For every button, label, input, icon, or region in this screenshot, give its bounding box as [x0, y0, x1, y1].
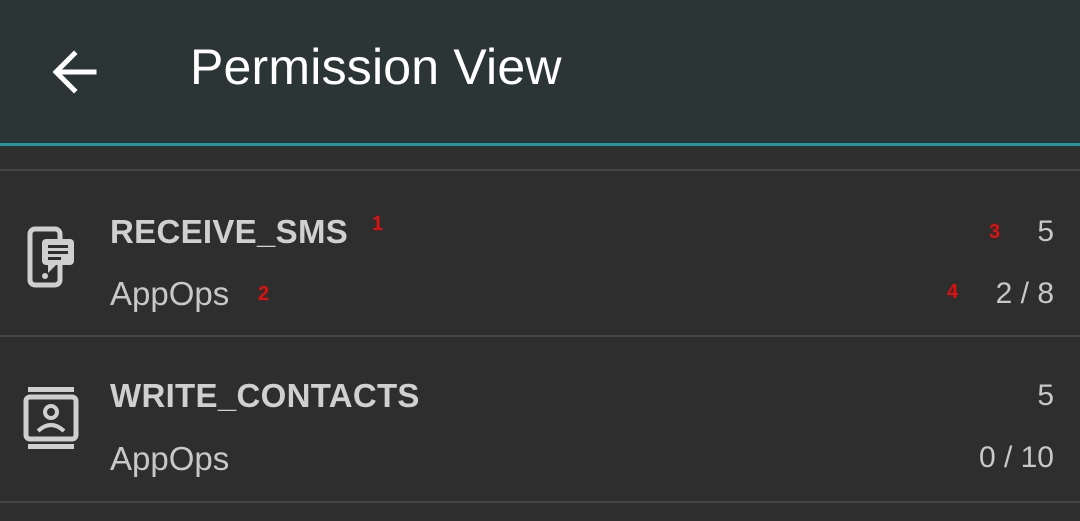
annotation-marker-2: 2	[258, 283, 270, 305]
granted-ratio: 2 / 8	[995, 277, 1054, 310]
permission-list: RECEIVE_SMS 1 AppOps 2 3 5 4 2 / 8 WRITE…	[0, 146, 1080, 503]
permission-type: AppOps	[110, 275, 230, 312]
permission-name: WRITE_CONTACTS	[110, 377, 420, 414]
page-title: Permission View	[190, 39, 562, 95]
annotation-marker-4: 4	[947, 281, 959, 303]
back-button[interactable]	[44, 44, 104, 100]
arrow-back-icon	[52, 50, 97, 94]
app-count: 5	[1037, 379, 1054, 412]
annotation-marker-1: 1	[372, 213, 384, 235]
permission-name: RECEIVE_SMS	[110, 213, 349, 250]
sms-phone-icon	[27, 226, 74, 288]
permission-row-write-contacts[interactable]: WRITE_CONTACTS AppOps 5 0 / 10	[0, 337, 1080, 501]
permission-type: AppOps	[110, 440, 230, 477]
list-divider	[0, 501, 1080, 503]
granted-ratio: 0 / 10	[978, 441, 1054, 474]
app-toolbar: Permission View	[0, 0, 1080, 146]
app-count: 5	[1037, 215, 1054, 248]
permission-row-receive-sms[interactable]: RECEIVE_SMS 1 AppOps 2 3 5 4 2 / 8	[0, 171, 1080, 335]
annotation-marker-3: 3	[989, 221, 1001, 243]
contact-card-icon	[23, 387, 79, 449]
